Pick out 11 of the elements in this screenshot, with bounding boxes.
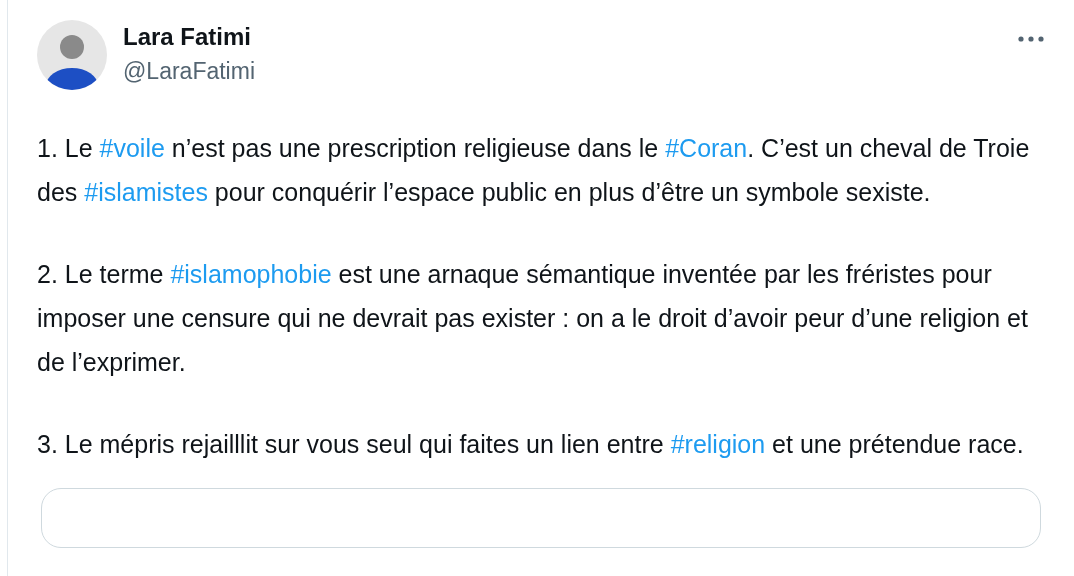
author-handle[interactable]: @LaraFatimi: [123, 56, 255, 86]
hashtag-link[interactable]: #Coran: [665, 134, 748, 162]
hashtag-link[interactable]: #religion: [670, 430, 766, 458]
hashtag-link[interactable]: #islamophobie: [170, 260, 332, 288]
tweet-paragraph: 2. Le terme #islamophobie est une arnaque sémantique inventée par les fréristes pour imposer une censure qui ne devrait pas exister : on a le droit d’avoir peur d’une religion et de l’exprimer.: [37, 259, 1029, 378]
tweet-paragraph: 3. Le mépris rejailllit sur vous seul qui faites un lien entre #religion et une prétendue race.: [37, 429, 1025, 460]
author-name[interactable]: Lara Fatimi: [123, 22, 255, 52]
hashtag-link[interactable]: #islamistes: [84, 178, 208, 206]
tweet-paragraph: 1. Le #voile n’est pas une prescription religieuse dans le #Coran. C’est un cheval de Troie des #islamistes pour conquérir l’espace public en plus d’être un symbole sexiste.: [37, 133, 1031, 208]
more-options-icon[interactable]: [1018, 36, 1044, 42]
hashtag-link[interactable]: #voile: [99, 134, 165, 162]
